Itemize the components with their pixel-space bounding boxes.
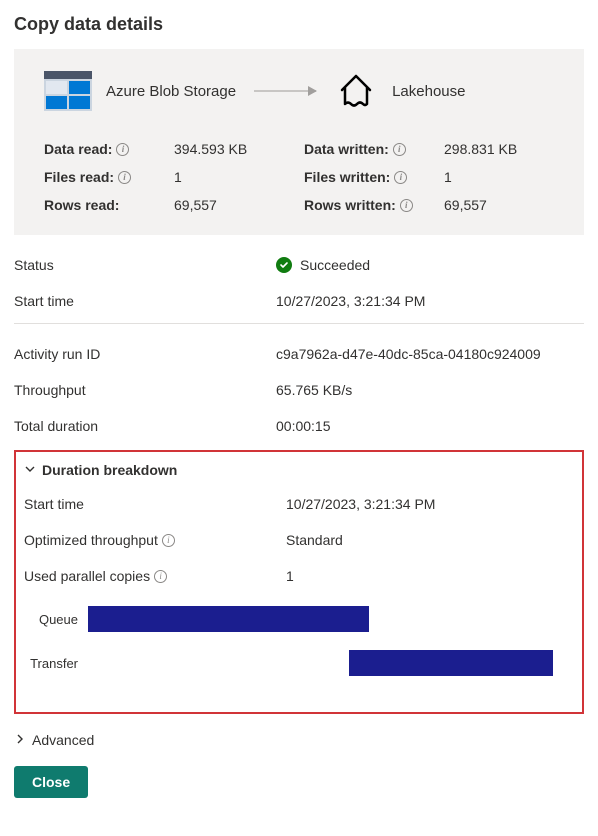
activity-run-id-row: Activity run ID c9a7962a-d47e-40dc-85ca-… [14, 336, 584, 372]
activity-run-id-label: Activity run ID [14, 346, 276, 362]
close-button[interactable]: Close [14, 766, 88, 798]
stats-grid: Data read:i 394.593 KB Data written:i 29… [44, 141, 562, 213]
success-icon [276, 257, 292, 273]
optimized-throughput-row: Optimized throughputi Standard [24, 522, 572, 558]
advanced-toggle[interactable]: Advanced [14, 714, 584, 766]
status-value: Succeeded [276, 257, 584, 273]
total-duration-label: Total duration [14, 418, 276, 434]
details-table: Status Succeeded Start time 10/27/2023, … [14, 247, 584, 319]
source-sink-flow: Azure Blob Storage Lakehouse [44, 67, 562, 115]
info-icon[interactable]: i [393, 143, 406, 156]
start-time-value: 10/27/2023, 3:21:34 PM [276, 293, 584, 309]
info-icon[interactable]: i [394, 171, 407, 184]
sink-endpoint: Lakehouse [334, 68, 465, 115]
breakdown-start-time-value: 10/27/2023, 3:21:34 PM [286, 496, 572, 512]
rows-written-label: Rows written:i [304, 197, 434, 213]
divider [14, 323, 584, 324]
total-duration-value: 00:00:15 [276, 418, 584, 434]
throughput-row: Throughput 65.765 KB/s [14, 372, 584, 408]
page-title: Copy data details [14, 14, 584, 35]
parallel-copies-row: Used parallel copiesi 1 [24, 558, 572, 594]
info-icon[interactable]: i [118, 171, 131, 184]
rows-read-label: Rows read: [44, 197, 164, 213]
files-read-label: Files read:i [44, 169, 164, 185]
files-read-value: 1 [174, 169, 294, 185]
duration-breakdown-section: Duration breakdown Start time 10/27/2023… [14, 450, 584, 714]
chevron-down-icon [24, 462, 36, 478]
data-read-value: 394.593 KB [174, 141, 294, 157]
run-details-table: Activity run ID c9a7962a-d47e-40dc-85ca-… [14, 336, 584, 444]
gantt-track [88, 606, 572, 632]
gantt-track [88, 650, 572, 676]
duration-breakdown-toggle[interactable]: Duration breakdown [24, 460, 572, 486]
breakdown-start-time-label: Start time [24, 496, 286, 512]
summary-card: Azure Blob Storage Lakehouse Data read:i… [14, 49, 584, 235]
breakdown-start-time-row: Start time 10/27/2023, 3:21:34 PM [24, 486, 572, 522]
parallel-copies-label: Used parallel copiesi [24, 568, 286, 584]
activity-run-id-value: c9a7962a-d47e-40dc-85ca-04180c924009 [276, 346, 584, 362]
source-endpoint: Azure Blob Storage [44, 67, 236, 115]
info-icon[interactable]: i [154, 570, 167, 583]
status-row: Status Succeeded [14, 247, 584, 283]
azure-blob-icon [44, 67, 92, 115]
gantt-queue-label: Queue [28, 612, 88, 627]
files-written-value: 1 [444, 169, 544, 185]
total-duration-row: Total duration 00:00:15 [14, 408, 584, 444]
chevron-right-icon [14, 732, 26, 748]
gantt-bar-queue [88, 606, 369, 632]
data-written-label: Data written:i [304, 141, 434, 157]
gantt-row-queue: Queue [28, 606, 572, 632]
status-label: Status [14, 257, 276, 273]
duration-breakdown-label: Duration breakdown [42, 462, 177, 478]
gantt-transfer-label: Transfer [28, 656, 88, 671]
info-icon[interactable]: i [116, 143, 129, 156]
throughput-label: Throughput [14, 382, 276, 398]
rows-read-value: 69,557 [174, 197, 294, 213]
data-written-value: 298.831 KB [444, 141, 544, 157]
files-written-label: Files written:i [304, 169, 434, 185]
advanced-label: Advanced [32, 732, 94, 748]
arrow-icon [254, 90, 316, 92]
start-time-label: Start time [14, 293, 276, 309]
info-icon[interactable]: i [162, 534, 175, 547]
info-icon[interactable]: i [400, 199, 413, 212]
gantt-row-transfer: Transfer [28, 650, 572, 676]
start-time-row: Start time 10/27/2023, 3:21:34 PM [14, 283, 584, 319]
source-label: Azure Blob Storage [106, 83, 236, 100]
gantt-bar-transfer [349, 650, 552, 676]
data-read-label: Data read:i [44, 141, 164, 157]
rows-written-value: 69,557 [444, 197, 544, 213]
optimized-throughput-value: Standard [286, 532, 572, 548]
duration-gantt-chart: Queue Transfer [28, 606, 572, 676]
parallel-copies-value: 1 [286, 568, 572, 584]
sink-label: Lakehouse [392, 83, 465, 100]
throughput-value: 65.765 KB/s [276, 382, 584, 398]
optimized-throughput-label: Optimized throughputi [24, 532, 286, 548]
lakehouse-icon [334, 68, 378, 115]
